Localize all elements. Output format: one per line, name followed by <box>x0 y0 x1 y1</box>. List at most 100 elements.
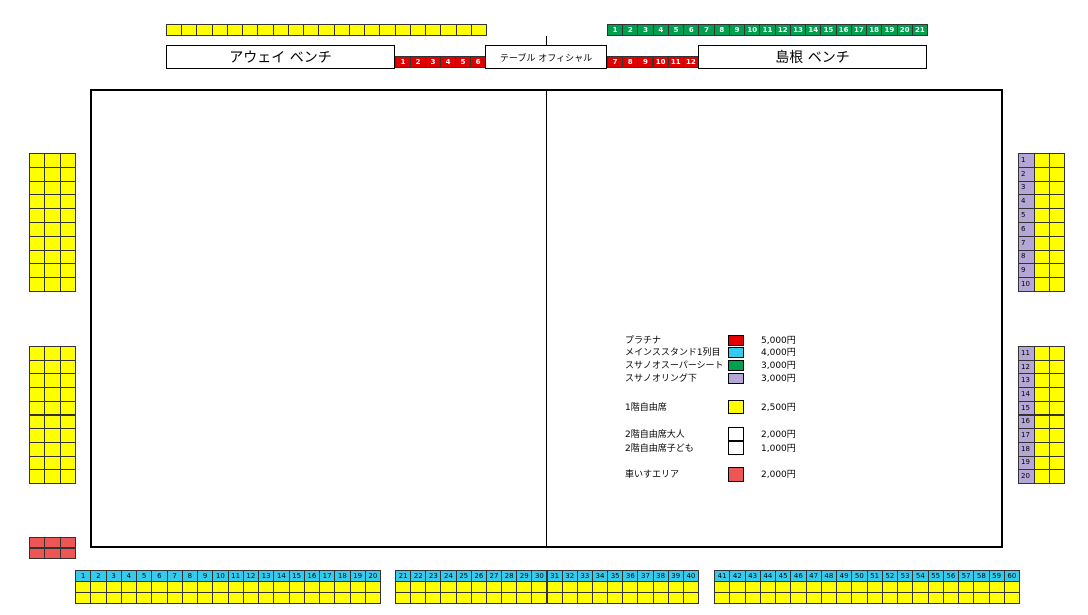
yellow-seat <box>44 166 61 182</box>
super-seat: 9 <box>728 24 746 36</box>
yellow-seat <box>1034 455 1050 471</box>
ring-seat: 11 <box>1018 346 1035 361</box>
table-officials: テーブル オフィシャル <box>485 45 607 69</box>
yellow-seat <box>1003 592 1020 604</box>
super-seat: 17 <box>850 24 868 36</box>
yellow-seat <box>29 414 46 430</box>
yellow-seat <box>226 24 244 36</box>
yellow-seat <box>1034 346 1050 361</box>
yellow-seat <box>29 222 46 237</box>
yellow-seat <box>211 24 228 36</box>
super-seat: 19 <box>881 24 898 36</box>
platinum-seat: 10 <box>652 56 669 68</box>
yellow-seat <box>59 180 76 196</box>
yellow-seat <box>1049 166 1065 182</box>
super-seat: 14 <box>805 24 822 36</box>
platinum-seat: 7 <box>607 56 624 68</box>
yellow-seat <box>59 414 76 430</box>
yellow-seat <box>44 414 61 430</box>
yellow-seat <box>1049 469 1065 484</box>
yellow-seat <box>59 346 76 361</box>
yellow-seat <box>212 592 229 604</box>
legend-price: 2,000円 <box>761 430 796 440</box>
wheelchair-seat <box>29 537 46 548</box>
yellow-seat <box>334 592 351 604</box>
yellow-seat <box>59 194 76 210</box>
yellow-seat <box>136 592 153 604</box>
yellow-seat <box>440 24 457 36</box>
yellow-seat <box>333 24 350 36</box>
legend-swatch <box>728 467 744 482</box>
yellow-seat <box>59 277 76 292</box>
yellow-seat <box>455 592 472 604</box>
super-seat: 5 <box>667 24 685 36</box>
legend-label: スサノオスーパーシート <box>625 361 724 371</box>
yellow-seat <box>1049 208 1065 223</box>
yellow-seat <box>591 592 609 604</box>
yellow-seat <box>29 180 46 196</box>
yellow-seat <box>364 24 381 36</box>
yellow-seat <box>59 208 76 223</box>
yellow-seat <box>44 400 61 416</box>
yellow-seat <box>44 428 61 443</box>
yellow-seat <box>257 24 274 36</box>
yellow-seat <box>59 469 76 484</box>
yellow-seat <box>196 24 213 36</box>
platinum-seat: 2 <box>410 56 426 68</box>
yellow-seat <box>455 24 472 36</box>
yellow-seat <box>1034 428 1050 443</box>
yellow-seat <box>364 592 381 604</box>
yellow-seat <box>29 235 46 251</box>
yellow-seat <box>303 592 320 604</box>
yellow-seat <box>1034 469 1050 484</box>
yellow-seat <box>820 592 837 604</box>
yellow-seat <box>349 592 366 604</box>
yellow-seat <box>1049 346 1065 361</box>
yellow-seat <box>29 373 46 389</box>
yellow-seat <box>29 166 46 182</box>
yellow-seat <box>59 387 76 402</box>
yellow-seat <box>348 24 366 36</box>
super-seat: 2 <box>622 24 639 36</box>
legend-label: プラチナ <box>625 336 662 346</box>
yellow-seat <box>319 592 336 604</box>
yellow-seat <box>897 592 914 604</box>
ring-seat: 15 <box>1018 400 1035 416</box>
yellow-seat <box>44 469 61 484</box>
yellow-seat <box>1034 194 1050 210</box>
legend-price: 1,000円 <box>761 444 796 454</box>
yellow-seat <box>1034 263 1050 279</box>
yellow-seat <box>729 592 746 604</box>
yellow-seat <box>181 24 198 36</box>
yellow-seat <box>1049 249 1065 265</box>
yellow-seat <box>287 24 305 36</box>
yellow-seat <box>1034 153 1050 168</box>
wheelchair-seat <box>44 548 61 559</box>
yellow-seat <box>1049 235 1065 251</box>
super-seat: 20 <box>896 24 913 36</box>
yellow-seat <box>744 592 761 604</box>
super-seat: 1 <box>607 24 624 36</box>
yellow-seat <box>29 263 46 279</box>
super-seat: 11 <box>759 24 776 36</box>
wheelchair-seat <box>44 537 61 548</box>
legend-label: 2階自由席子ども <box>625 444 694 454</box>
yellow-seat <box>242 592 259 604</box>
yellow-seat <box>395 592 412 604</box>
yellow-seat <box>29 400 46 416</box>
legend-swatch <box>728 373 744 384</box>
yellow-seat <box>576 592 593 604</box>
yellow-seat <box>59 235 76 251</box>
yellow-seat <box>682 592 699 604</box>
yellow-seat <box>652 592 669 604</box>
yellow-seat <box>59 222 76 237</box>
yellow-seat <box>197 592 214 604</box>
yellow-seat <box>561 592 578 604</box>
yellow-seat <box>485 592 503 604</box>
super-seat: 15 <box>820 24 837 36</box>
platinum-seat: 6 <box>470 56 486 68</box>
yellow-seat <box>409 24 427 36</box>
yellow-seat <box>759 592 776 604</box>
yellow-seat <box>29 346 46 361</box>
yellow-seat <box>44 208 61 223</box>
